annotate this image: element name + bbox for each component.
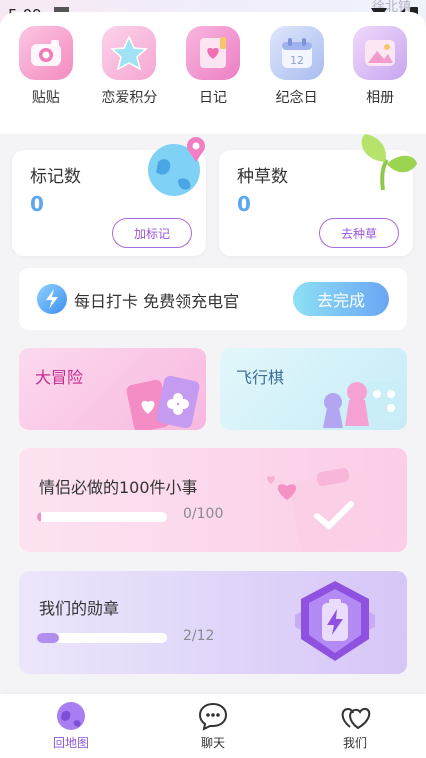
badges-progress-bar (37, 633, 167, 643)
menu-item-stickers[interactable]: 贴贴 (7, 26, 85, 107)
go-complete-button[interactable]: 去完成 (293, 282, 389, 316)
hundred-things-progress-bar (37, 512, 167, 522)
badges-progress-text: 2/12 (183, 628, 215, 644)
badges-banner[interactable]: 我们的勋章 2/12 (19, 571, 407, 674)
tab-us[interactable]: 我们 (305, 701, 405, 751)
menu-label: 恋爱积分 (101, 90, 158, 106)
hearts-icon (341, 707, 371, 730)
plants-card: 种草数 0 去种草 (219, 134, 417, 256)
photo-album-icon (353, 26, 408, 80)
tab-label: 聊天 (200, 736, 225, 750)
menu-item-anniversary[interactable]: 12 纪念日 (258, 26, 336, 107)
cards-icon (120, 368, 202, 430)
menu-label: 纪念日 (275, 90, 318, 106)
feature-menu: 贴贴 恋爱积分 日记 12 纪念日 相册 (0, 26, 426, 107)
marks-count: 0 (30, 192, 44, 216)
game-title: 大冒险 (35, 368, 84, 387)
tab-label: 我们 (342, 736, 367, 750)
clipboard-check-icon (265, 462, 389, 552)
marks-title: 标记数 (30, 167, 81, 187)
chat-icon (198, 702, 228, 731)
diary-icon (185, 26, 240, 80)
menu-item-diary[interactable]: 日记 (174, 26, 252, 107)
tab-chat[interactable]: 聊天 (163, 701, 263, 751)
badges-title: 我们的勋章 (39, 599, 120, 618)
badge-battery-icon (289, 579, 381, 669)
checkin-text: 每日打卡 免费领充电官 (74, 292, 240, 311)
star-icon (102, 26, 157, 80)
tab-map[interactable]: 回地图 (21, 701, 121, 751)
svg-text:12: 12 (290, 54, 304, 67)
progress-fill (37, 633, 59, 643)
hundred-things-banner[interactable]: 情侣必做的100件小事 0/100 (19, 448, 407, 552)
menu-item-love-points[interactable]: 恋爱积分 (90, 26, 168, 107)
lightning-icon (37, 284, 67, 314)
plants-count: 0 (237, 192, 251, 216)
go-plant-button[interactable]: 去种草 (319, 218, 399, 248)
menu-label: 相册 (366, 90, 395, 106)
daily-checkin-card: 每日打卡 免费领充电官 去完成 (19, 268, 407, 330)
globe-icon (146, 136, 208, 198)
hundred-things-title: 情侣必做的100件小事 (39, 478, 198, 497)
leaf-icon (353, 130, 419, 196)
hundred-things-progress-text: 0/100 (183, 506, 224, 522)
menu-label: 日记 (198, 90, 227, 106)
progress-fill (37, 512, 41, 522)
camera-icon (18, 26, 73, 80)
game-title: 飞行棋 (236, 368, 285, 387)
menu-label: 贴贴 (31, 90, 60, 106)
plants-title: 种草数 (237, 167, 288, 187)
flight-chess-card[interactable]: 飞行棋 (220, 348, 407, 430)
globe-icon (57, 702, 85, 730)
bottom-tab-bar: 回地图 聊天 我们 (0, 694, 426, 758)
add-mark-button[interactable]: 加标记 (112, 218, 192, 248)
truth-or-dare-card[interactable]: 大冒险 (19, 348, 206, 430)
game-pieces-icon (317, 372, 405, 430)
tab-label: 回地图 (52, 736, 89, 750)
marks-card: 标记数 0 加标记 (12, 137, 206, 256)
calendar-icon: 12 (269, 26, 324, 80)
menu-item-album[interactable]: 相册 (341, 26, 419, 107)
